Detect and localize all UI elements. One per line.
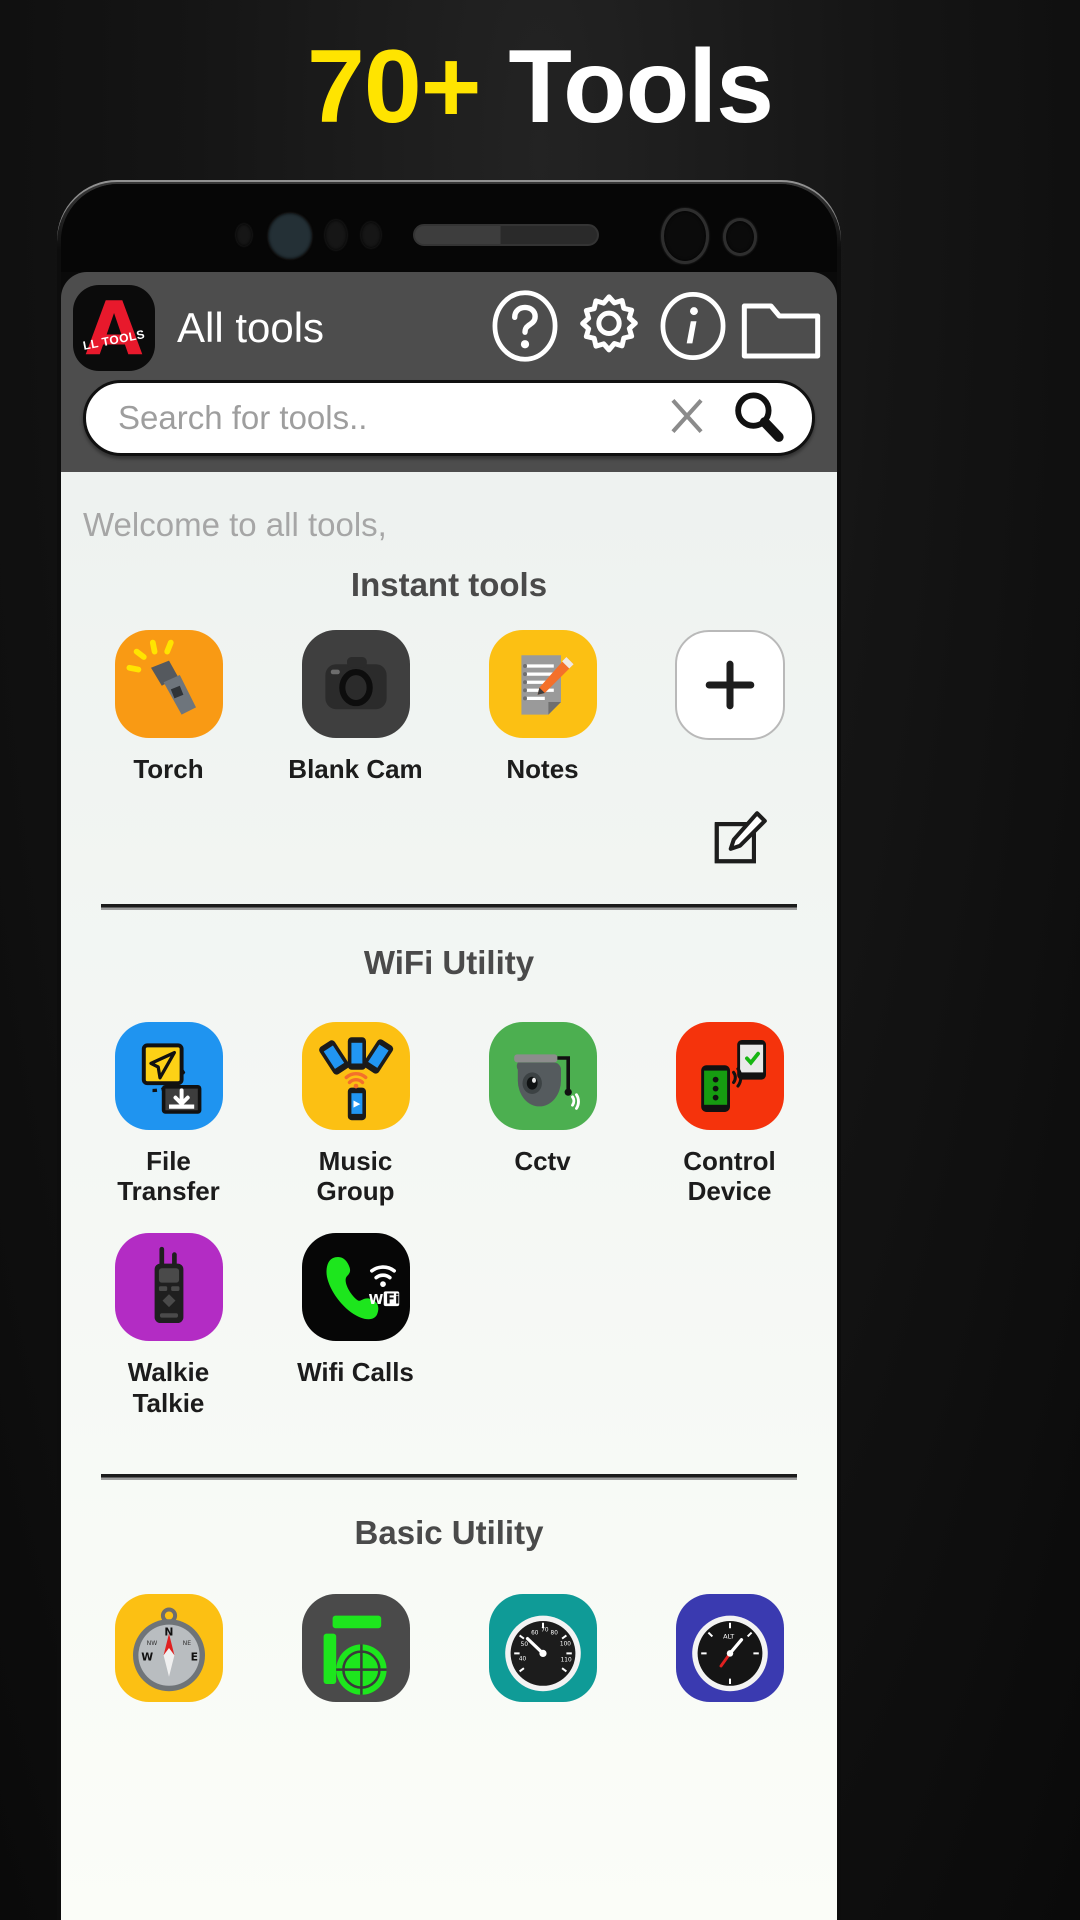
tools-content[interactable]: Welcome to all tools, Instant tools Torc… <box>61 472 837 1920</box>
level-icon <box>301 1594 410 1703</box>
tool-tile-speedometer[interactable]: 60 70 80 50 100 40 110 <box>449 1594 636 1718</box>
camera-icon <box>301 630 410 738</box>
tool-label: Cctv <box>514 1145 571 1176</box>
tool-tile-file-transfer[interactable]: File Transfer <box>75 1021 262 1207</box>
control-device-icon <box>675 1021 784 1130</box>
sensor-ring-icon <box>723 218 757 256</box>
tool-label: Notes <box>506 754 579 784</box>
tool-tile-wifi-calls[interactable]: Wi Fi Wifi Calls <box>262 1233 449 1418</box>
headline-word: Tools <box>508 29 774 145</box>
altimeter-icon: ALT <box>675 1594 784 1703</box>
clear-search-icon[interactable] <box>662 391 712 446</box>
help-icon[interactable] <box>487 288 563 369</box>
svg-text:NW: NW <box>146 1640 157 1647</box>
compass-icon: N W E NW NE <box>114 1594 223 1703</box>
svg-text:E: E <box>190 1651 197 1664</box>
tool-label: Blank Cam <box>288 754 423 784</box>
earpiece-speaker-icon <box>413 224 599 246</box>
cctv-icon <box>488 1021 597 1130</box>
tool-tile-control-device[interactable]: Control Device <box>636 1021 823 1207</box>
tool-tile-compass[interactable]: N W E NW NE <box>75 1594 262 1718</box>
tool-label: Torch <box>133 754 204 784</box>
tool-tile-cctv[interactable]: Cctv <box>449 1021 636 1207</box>
phone-screen: A LL TOOLS All tools Search for tools.. … <box>61 184 837 1920</box>
tool-tile-notes[interactable]: Notes <box>449 630 636 785</box>
torch-icon <box>114 630 223 738</box>
section-title-basic: Basic Utility <box>354 1514 544 1552</box>
search-bar[interactable] <box>83 380 815 456</box>
app-logo: A LL TOOLS <box>73 285 155 371</box>
tool-tile-level[interactable] <box>262 1594 449 1718</box>
svg-text:80: 80 <box>550 1631 558 1637</box>
svg-text:Fi: Fi <box>385 1293 399 1308</box>
svg-text:60: 60 <box>531 1631 539 1637</box>
notes-icon <box>488 630 597 738</box>
instant-tools-grid: Torch Blank Cam Notes <box>61 630 837 785</box>
svg-text:NE: NE <box>182 1640 191 1647</box>
tool-tile-torch[interactable]: Torch <box>75 630 262 785</box>
front-camera-icon <box>268 213 312 259</box>
section-divider <box>101 903 797 910</box>
svg-text:ALT: ALT <box>723 1633 734 1641</box>
svg-text:70: 70 <box>541 1628 549 1634</box>
svg-text:W: W <box>141 1651 153 1664</box>
wifi-utility-grid: File Transfer Music Group Cctv Control D… <box>61 1021 837 1419</box>
music-group-icon <box>301 1021 410 1130</box>
search-input[interactable] <box>118 399 662 437</box>
edit-icon[interactable] <box>709 807 771 874</box>
wifi-calls-icon: Wi Fi <box>301 1233 410 1342</box>
phone-bezel <box>61 184 837 272</box>
phone-mockup: A LL TOOLS All tools Search for tools.. … <box>57 180 841 1920</box>
speedometer-icon: 60 70 80 50 100 40 110 <box>488 1594 597 1703</box>
settings-gear-icon[interactable] <box>569 286 649 371</box>
tool-tile-blank-cam[interactable]: Blank Cam <box>262 630 449 785</box>
tool-tile-walkie-talkie[interactable]: Walkie Talkie <box>75 1233 262 1418</box>
tool-label: Walkie Talkie <box>127 1357 210 1418</box>
app-container: A LL TOOLS All tools Search for tools.. … <box>61 272 837 1920</box>
sensor-dot-icon <box>361 222 381 248</box>
edit-instant-tools-row <box>61 785 837 874</box>
section-divider <box>101 1474 797 1481</box>
basic-utility-grid: N W E NW NE 60 70 80 50 100 40 110 ALT <box>61 1594 837 1718</box>
sensor-dot-icon <box>325 220 347 250</box>
tool-tile-music-group[interactable]: Music Group <box>262 1021 449 1207</box>
camera-ring-icon <box>661 208 709 264</box>
welcome-text: Welcome to all tools, <box>83 506 387 543</box>
section-title-instant: Instant tools <box>350 566 548 603</box>
svg-text:110: 110 <box>560 1658 571 1664</box>
svg-text:100: 100 <box>559 1642 570 1648</box>
walkie-talkie-icon <box>114 1233 223 1342</box>
app-title: All tools <box>177 304 325 351</box>
app-bar: A LL TOOLS All tools <box>61 272 837 472</box>
tool-tile-altimeter[interactable]: ALT <box>636 1594 823 1718</box>
tool-label: Music Group <box>316 1145 395 1207</box>
svg-text:40: 40 <box>518 1657 526 1663</box>
folder-icon[interactable] <box>737 286 825 371</box>
svg-text:50: 50 <box>520 1643 528 1649</box>
search-area <box>73 372 825 472</box>
tool-label: Wifi Calls <box>297 1357 414 1388</box>
add-icon[interactable] <box>674 630 785 740</box>
tool-label: Control Device <box>683 1145 776 1207</box>
tool-tile-add[interactable] <box>636 630 823 785</box>
headline-number: 70+ <box>307 29 481 145</box>
section-title-wifi: WiFi Utility <box>363 943 535 981</box>
info-icon[interactable] <box>655 288 731 369</box>
file-transfer-icon <box>114 1021 223 1130</box>
tool-label: File Transfer <box>117 1145 220 1207</box>
sensor-dot-icon <box>236 224 252 246</box>
page-title: 70+ Tools <box>0 28 1080 148</box>
search-icon[interactable] <box>728 387 786 450</box>
